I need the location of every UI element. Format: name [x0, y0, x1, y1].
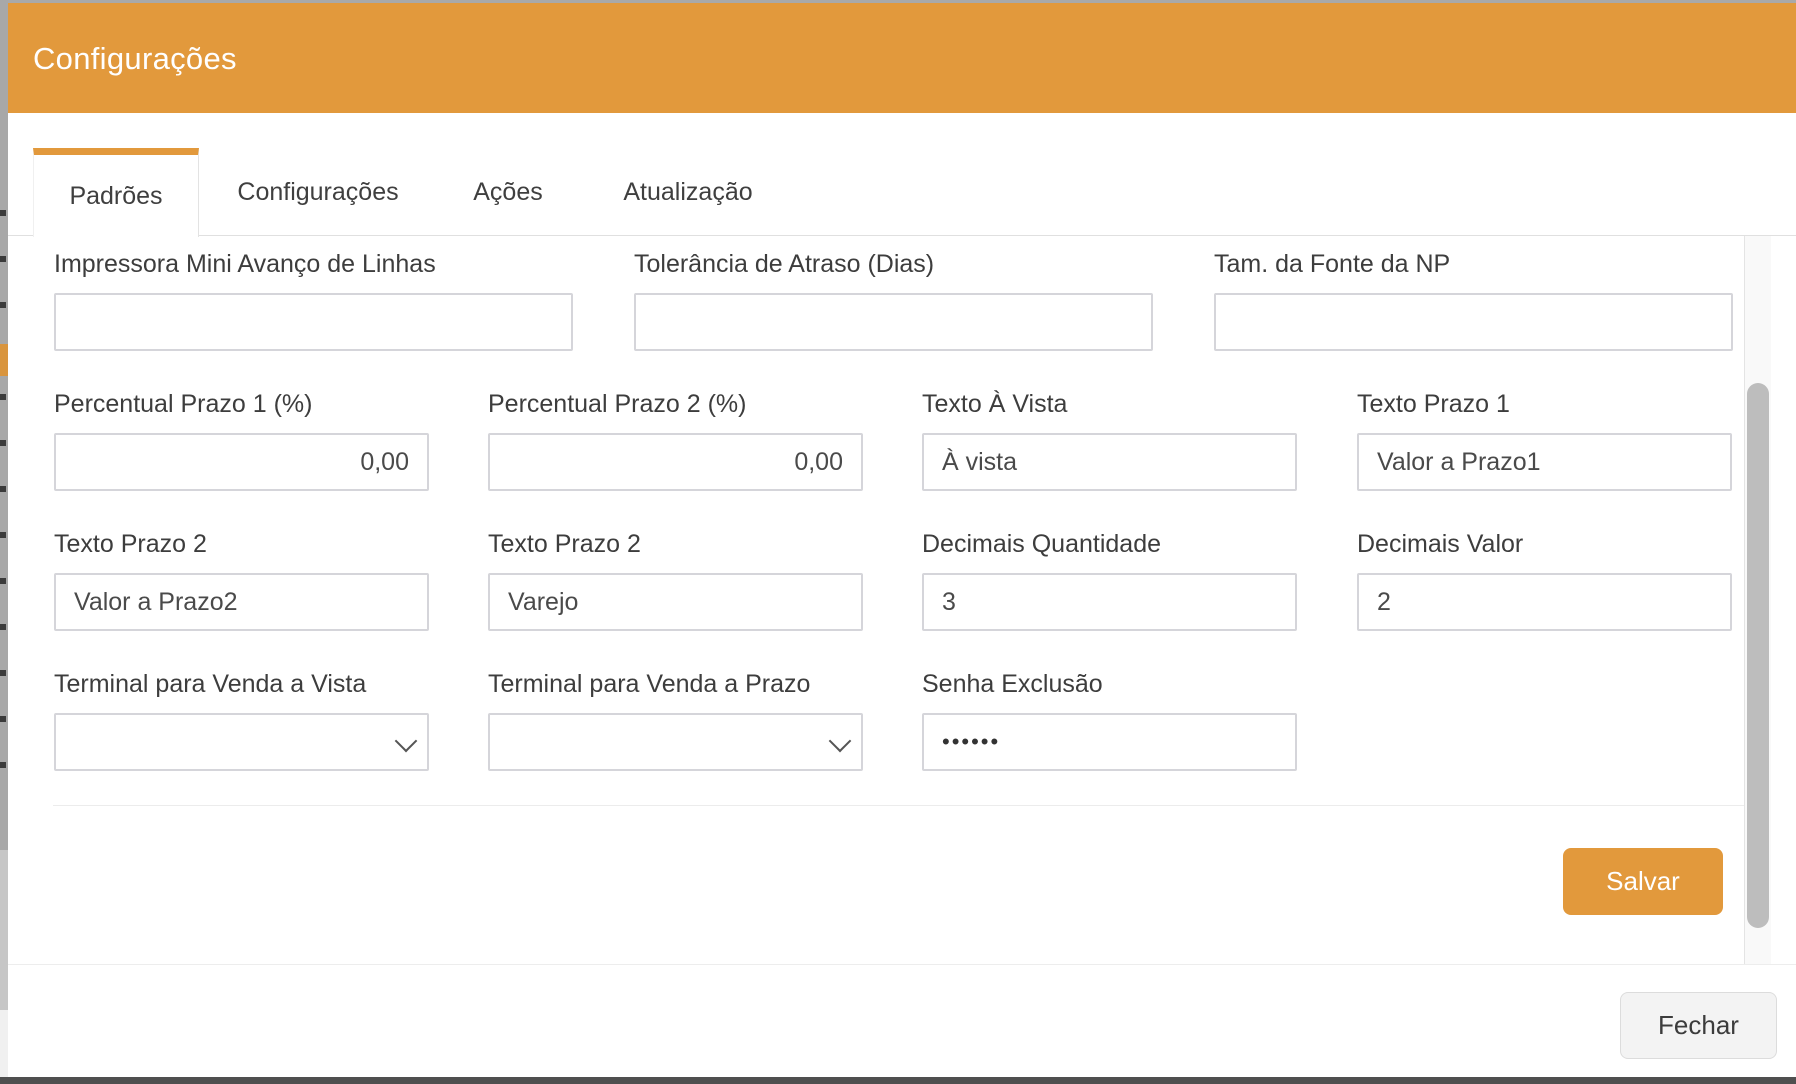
dialog-header: Configurações [8, 3, 1796, 113]
background-page-bottom-edge [0, 1077, 1796, 1084]
percentual-prazo1-input[interactable] [54, 433, 429, 491]
save-button[interactable]: Salvar [1563, 848, 1723, 915]
terminal-prazo-label: Terminal para Venda a Prazo [488, 670, 810, 700]
settings-dialog: Configurações Padrões Configurações Açõe… [8, 3, 1796, 1077]
decimais-valor-label: Decimais Valor [1357, 530, 1523, 560]
content-divider [53, 805, 1744, 806]
terminal-prazo-select[interactable] [488, 713, 863, 771]
tab-atualizacao-label: Atualização [623, 178, 752, 207]
background-lighter-fragment [0, 1010, 8, 1077]
senha-exclusao-label: Senha Exclusão [922, 670, 1103, 700]
tolerancia-atraso-label: Tolerância de Atraso (Dias) [634, 250, 934, 280]
texto-prazo1-label: Texto Prazo 1 [1357, 390, 1510, 420]
texto-prazo1-input[interactable] [1357, 433, 1732, 491]
scrollbar-thumb[interactable] [1747, 383, 1769, 928]
tam-fonte-np-input[interactable] [1214, 293, 1733, 351]
background-text-fragments [0, 210, 6, 790]
texto-prazo2-b-label: Texto Prazo 2 [488, 530, 641, 560]
impressora-mini-label: Impressora Mini Avanço de Linhas [54, 250, 436, 280]
close-button[interactable]: Fechar [1620, 992, 1777, 1059]
texto-a-vista-label: Texto À Vista [922, 390, 1067, 420]
decimais-valor-input[interactable] [1357, 573, 1732, 631]
tab-configuracoes[interactable]: Configurações [199, 148, 437, 236]
tolerancia-atraso-input[interactable] [634, 293, 1153, 351]
background-orange-fragment [0, 344, 8, 376]
tab-acoes-label: Ações [473, 178, 542, 207]
texto-prazo2-a-label: Texto Prazo 2 [54, 530, 207, 560]
dialog-title: Configurações [33, 41, 237, 77]
texto-a-vista-input[interactable] [922, 433, 1297, 491]
percentual-prazo2-label: Percentual Prazo 2 (%) [488, 390, 746, 420]
terminal-vista-label: Terminal para Venda a Vista [54, 670, 366, 700]
texto-prazo2-a-input[interactable] [54, 573, 429, 631]
terminal-vista-select[interactable] [54, 713, 429, 771]
decimais-quantidade-input[interactable] [922, 573, 1297, 631]
dialog-footer: Fechar [8, 964, 1796, 1077]
tab-configuracoes-label: Configurações [237, 178, 398, 207]
senha-exclusao-input[interactable] [922, 713, 1297, 771]
tab-acoes[interactable]: Ações [437, 148, 579, 236]
percentual-prazo1-label: Percentual Prazo 1 (%) [54, 390, 312, 420]
tab-padroes-label: Padrões [69, 182, 162, 211]
decimais-quantidade-label: Decimais Quantidade [922, 530, 1161, 560]
tab-atualizacao[interactable]: Atualização [579, 148, 797, 236]
texto-prazo2-b-input[interactable] [488, 573, 863, 631]
tam-fonte-np-label: Tam. da Fonte da NP [1214, 250, 1450, 280]
background-light-fragment [0, 850, 8, 1010]
impressora-mini-input[interactable] [54, 293, 573, 351]
tab-padroes[interactable]: Padrões [33, 148, 199, 237]
background-page-left-edge [0, 0, 8, 1084]
percentual-prazo2-input[interactable] [488, 433, 863, 491]
